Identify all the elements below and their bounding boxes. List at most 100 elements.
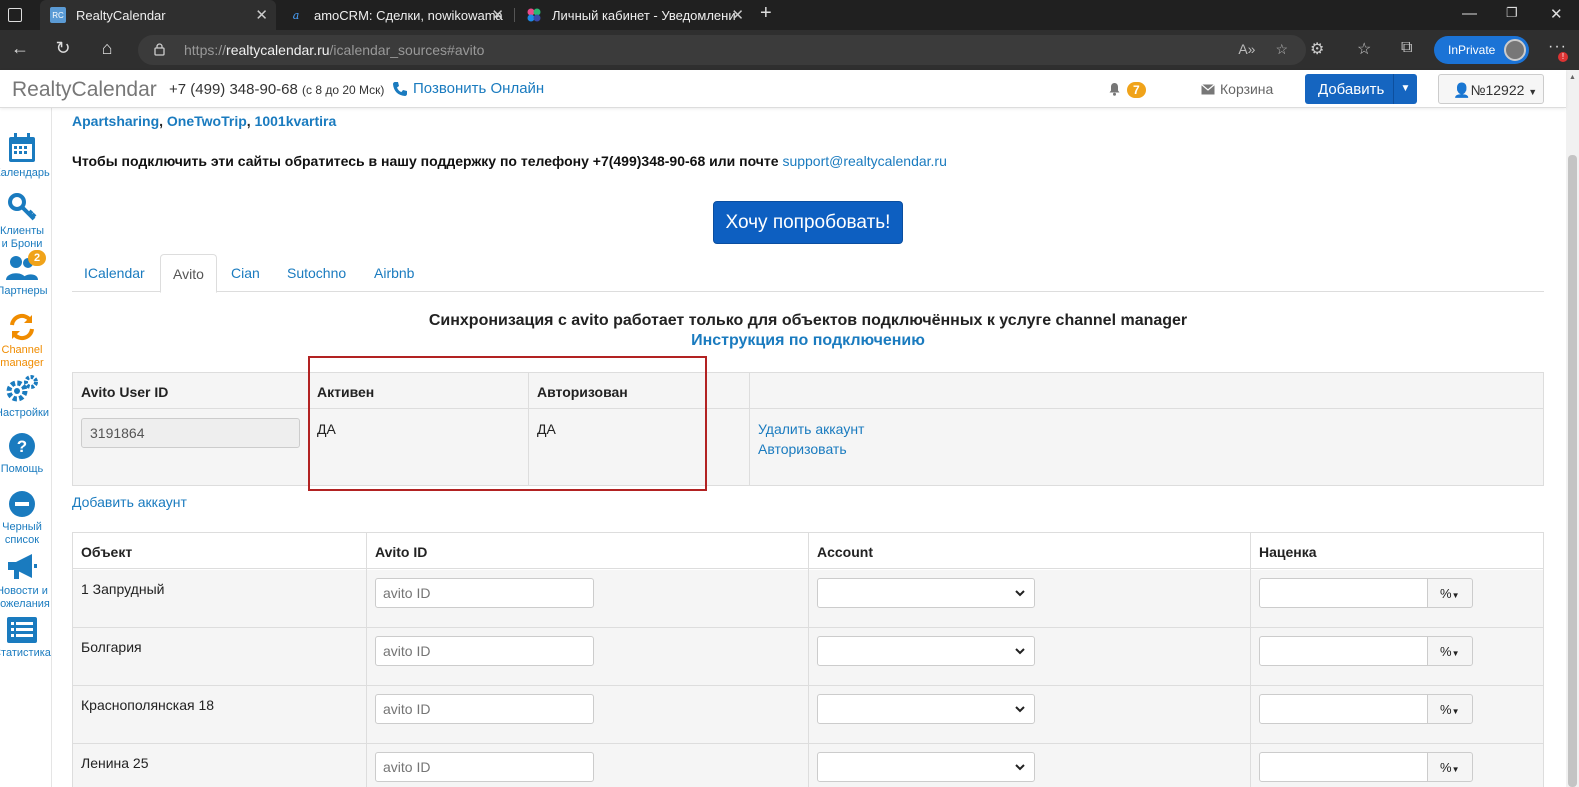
address-bar[interactable]: https://realtycalendar.ru/icalendar_sour… — [138, 35, 1306, 65]
account-select[interactable] — [817, 752, 1035, 782]
sidebar-item-partners[interactable]: Партнеры 2 — [0, 250, 52, 298]
trash-label: Корзина — [1220, 81, 1274, 97]
markup-unit-label: % — [1440, 702, 1452, 717]
back-arrow-icon[interactable]: ← — [8, 38, 32, 59]
sidebar-item-label: пожелания — [0, 598, 50, 610]
highlight-annotation-box — [308, 356, 707, 491]
tab-avito[interactable]: Avito — [160, 254, 217, 293]
minimize-icon[interactable]: — — [1462, 5, 1477, 22]
markup-input[interactable] — [1259, 578, 1428, 608]
authorize-link[interactable]: Авторизовать — [758, 441, 864, 457]
sidebar-item-label: список — [4, 534, 40, 546]
tab-airbnb[interactable]: Airbnb — [362, 254, 426, 292]
avito-id-input[interactable] — [375, 752, 594, 782]
support-text: Чтобы подключить эти сайты обратитесь в … — [72, 153, 779, 169]
caret-down-icon: ▼ — [1451, 649, 1460, 658]
avito-id-input[interactable] — [375, 694, 594, 724]
delete-account-link[interactable]: Удалить аккаунт — [758, 421, 864, 437]
restore-window-icon[interactable]: ❐ — [1506, 5, 1518, 21]
object-name: Ленина 25 — [81, 755, 149, 771]
account-select[interactable] — [817, 636, 1035, 666]
markup-unit-dropdown[interactable]: %▼ — [1427, 578, 1473, 608]
tab-icalendar[interactable]: ICalendar — [72, 254, 157, 292]
sidebar-item-label: manager — [0, 357, 44, 369]
try-button[interactable]: Хочу попробовать! — [713, 201, 903, 244]
close-tab-icon[interactable]: ✕ — [731, 6, 744, 24]
sidebar-item-settings[interactable]: Настройки — [0, 374, 52, 420]
markup-unit-dropdown[interactable]: %▼ — [1427, 752, 1473, 782]
notifications-count-badge[interactable]: 7 — [1127, 82, 1146, 98]
close-tab-icon[interactable]: ✕ — [491, 6, 504, 24]
inprivate-button[interactable]: InPrivate — [1434, 36, 1529, 64]
account-select[interactable] — [817, 578, 1035, 608]
add-dropdown-caret-icon[interactable]: ▼ — [1393, 74, 1417, 104]
sidebar-item-news[interactable]: Новости ипожелания — [0, 552, 52, 611]
lock-icon[interactable] — [154, 43, 165, 56]
tab-sutochno[interactable]: Sutochno — [275, 254, 358, 292]
home-icon[interactable]: ⌂ — [95, 38, 119, 59]
read-aloud-icon[interactable]: A» — [1238, 41, 1255, 58]
favorites-icon[interactable]: ☆ — [1357, 39, 1371, 59]
avito-id-input[interactable] — [375, 578, 594, 608]
markup-unit-dropdown[interactable]: %▼ — [1427, 636, 1473, 666]
object-name: 1 Запрудный — [81, 581, 165, 597]
support-phone: +7 (499) 348-90-68 (с 8 до 20 Мск) — [169, 81, 385, 98]
sidebar-item-blacklist[interactable]: Черный список — [0, 490, 52, 547]
close-tab-icon[interactable]: ✕ — [255, 6, 268, 24]
add-favorite-icon[interactable]: ☆ — [1275, 41, 1288, 58]
gears-icon — [6, 375, 38, 402]
sidebar-item-clients[interactable]: Клиенты и Брони — [0, 192, 52, 251]
column-header: Account — [817, 544, 873, 560]
partners-count-badge: 2 — [28, 250, 46, 266]
avito-user-id-field[interactable] — [81, 418, 300, 448]
browser-tab-realtycalendar[interactable]: RC RealtyCalendar ✕ — [40, 0, 276, 30]
account-select[interactable] — [817, 694, 1035, 724]
markup-input[interactable] — [1259, 694, 1428, 724]
tab-cian[interactable]: Cian — [219, 254, 272, 292]
tab-actions-icon[interactable] — [8, 8, 22, 22]
close-window-icon[interactable]: ✕ — [1550, 5, 1563, 23]
extensions-icon[interactable]: ⚙ — [1310, 39, 1324, 59]
brand-logo[interactable]: RealtyCalendar — [12, 78, 157, 102]
avito-id-input[interactable] — [375, 636, 594, 666]
caret-down-icon: ▼ — [1451, 707, 1460, 716]
refresh-icon[interactable]: ↻ — [51, 38, 75, 59]
sidebar-item-label: Статистика — [0, 647, 51, 659]
column-divider — [1250, 533, 1251, 787]
url-text[interactable]: https://realtycalendar.ru/icalendar_sour… — [184, 42, 484, 58]
sidebar-item-label: Клиенты — [0, 225, 45, 237]
sidebar-item-channel-manager[interactable]: Channel manager — [0, 313, 52, 370]
integration-tabs: ICalendar Avito Cian Sutochno Airbnb — [72, 254, 1544, 293]
sidebar-item-help[interactable]: ? Помощь — [0, 432, 52, 476]
site-link-1001kvartira[interactable]: 1001kvartira — [255, 113, 337, 129]
browser-tab-bar: RC RealtyCalendar ✕ a amoCRM: Сделки, no… — [0, 0, 1579, 30]
call-online-link[interactable]: Позвонить Онлайн — [392, 80, 544, 97]
markup-unit-dropdown[interactable]: %▼ — [1427, 694, 1473, 724]
chevron-down-icon: ▼ — [1528, 87, 1538, 97]
support-email-link[interactable]: support@realtycalendar.ru — [782, 153, 946, 169]
bell-icon[interactable] — [1108, 82, 1121, 99]
sidebar-item-label: Партнеры — [0, 285, 48, 297]
new-tab-icon[interactable]: + — [760, 2, 772, 25]
avito-accounts-table: Avito User ID Активен ДА Авторизован ДА … — [72, 372, 1544, 486]
browser-tab-cabinet[interactable]: Личный кабинет - Уведомлени ✕ — [516, 0, 752, 30]
add-button[interactable]: Добавить ▼ — [1305, 74, 1417, 104]
user-icon: 👤 — [1453, 82, 1471, 98]
sidebar-item-calendar[interactable]: Календарь — [0, 132, 52, 180]
tab-title: amoCRM: Сделки, nowikowama — [314, 7, 503, 23]
site-link-onetwotrip[interactable]: OneTwoTrip — [167, 113, 247, 129]
scroll-up-arrow-icon[interactable]: ▲ — [1569, 74, 1576, 81]
scrollbar-thumb[interactable] — [1568, 155, 1577, 787]
markup-input[interactable] — [1259, 752, 1428, 782]
sidebar-item-statistics[interactable]: Статистика — [0, 616, 52, 660]
collections-icon[interactable]: ⧉ — [1401, 39, 1412, 57]
add-account-link[interactable]: Добавить аккаунт — [72, 494, 187, 510]
browser-tab-amocrm[interactable]: a amoCRM: Сделки, nowikowama ✕ — [278, 0, 512, 30]
sidebar-item-label: Календарь — [0, 167, 50, 179]
markup-input[interactable] — [1259, 636, 1428, 666]
account-menu-button[interactable]: 👤№12922 ▼ — [1438, 74, 1544, 104]
site-link-apartsharing[interactable]: Apartsharing — [72, 113, 159, 129]
trash-link[interactable]: Корзина — [1201, 81, 1273, 97]
instruction-link-text[interactable]: Инструкция по подключению — [691, 332, 925, 349]
call-online-label: Позвонить Онлайн — [413, 80, 545, 97]
